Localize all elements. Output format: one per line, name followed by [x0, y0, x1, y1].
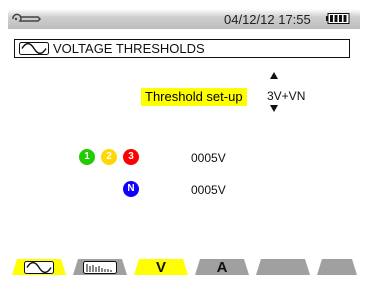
phase-1-icon: 1 [79, 149, 95, 165]
tab-harmonics[interactable] [73, 259, 127, 275]
tab-waveform[interactable] [12, 259, 66, 275]
battery-icon [326, 13, 350, 24]
tab-empty[interactable] [256, 259, 310, 275]
waveform-icon [24, 261, 54, 274]
threshold-setup-value[interactable]: 3V+VN [267, 89, 305, 103]
device-screen: 04/12/12 17:55 VOLTAGE THRESHOLDS Thresh… [8, 9, 360, 275]
phase-2-icon: 2 [101, 149, 117, 165]
tab-empty[interactable] [317, 259, 357, 275]
phase-3-icon: 3 [123, 149, 139, 165]
tab-label: V [155, 259, 166, 275]
harmonics-icon [83, 261, 117, 274]
scroll-up-icon[interactable] [270, 72, 278, 79]
datetime: 04/12/12 17:55 [224, 12, 311, 27]
page-title: VOLTAGE THRESHOLDS [53, 41, 205, 56]
neutral-icon: N [123, 181, 139, 197]
waveform-icon [19, 42, 49, 55]
neutral-threshold-value[interactable]: 0005V [191, 183, 226, 197]
wrench-icon [12, 13, 42, 22]
tab-label: A [216, 259, 228, 275]
tab-voltage[interactable]: V [134, 259, 188, 275]
tab-current[interactable]: A [195, 259, 249, 275]
page-title-bar: VOLTAGE THRESHOLDS [14, 39, 350, 58]
status-bar: 04/12/12 17:55 [8, 9, 360, 29]
scroll-down-icon[interactable] [270, 105, 278, 112]
threshold-setup-label: Threshold set-up [141, 88, 247, 106]
phase-threshold-value[interactable]: 0005V [191, 151, 226, 165]
